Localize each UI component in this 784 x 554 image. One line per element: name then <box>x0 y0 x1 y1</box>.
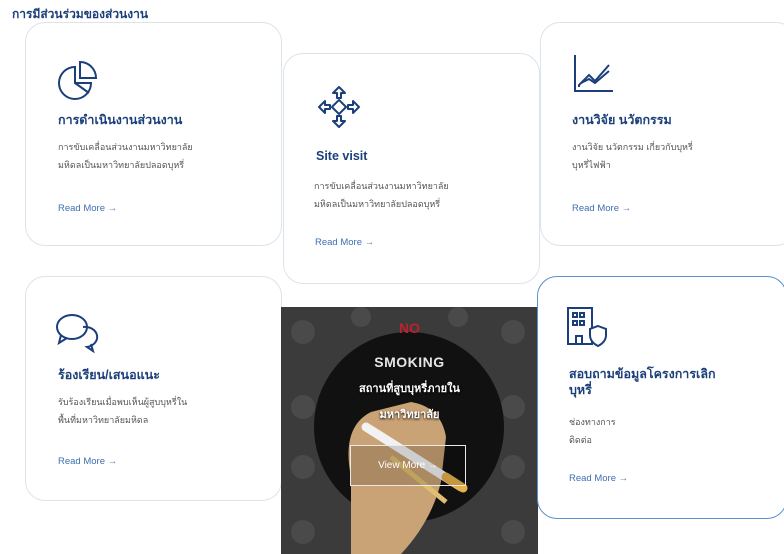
read-more-link[interactable]: Read More → <box>569 473 628 484</box>
read-more-link[interactable]: Read More → <box>315 237 374 248</box>
card-title: ร้องเรียน/เสนอแนะ <box>58 368 160 382</box>
card-title-line: บุหรี่ <box>569 383 592 397</box>
card-operations[interactable]: การดำเนินงานส่วนงาน การขับเคลื่อนส่วนงาน… <box>25 22 282 246</box>
pie-chart-icon <box>58 60 98 100</box>
read-more-link[interactable]: Read More → <box>58 456 117 467</box>
view-more-button[interactable]: View More → <box>350 445 466 486</box>
card-desc-line: มหิดลเป็นมหาวิทยาลัยปลอดบุหรี่ <box>314 199 441 209</box>
card-desc-line: การขับเคลื่อนส่วนงานมหาวิทยาลัย <box>58 142 193 152</box>
card-quit-program[interactable]: สอบถามข้อมูลโครงการเลิก บุหรี่ ช่องทางกา… <box>537 276 784 519</box>
card-desc-line: พื้นที่มหาวิทยาลัยมหิดล <box>58 415 149 425</box>
promo-no-smoking: NO SMOKING สถานที่สูบบุหรี่ภายใน มหาวิทย… <box>281 307 538 554</box>
read-more-link[interactable]: Read More → <box>58 203 117 214</box>
card-complaint[interactable]: ร้องเรียน/เสนอแนะ รับร้องเรียนเมื่อพบเห็… <box>25 276 282 501</box>
compass-arrows-icon <box>318 86 360 128</box>
promo-line-1: สถานที่สูบบุหรี่ภายใน <box>359 383 460 395</box>
card-research[interactable]: งานวิจัย นวัตกรรม งานวิจัย นวัตกรรม เกี่… <box>540 22 784 246</box>
card-title-line: สอบถามข้อมูลโครงการเลิก <box>569 367 716 381</box>
card-desc-line: การขับเคลื่อนส่วนงานมหาวิทยาลัย <box>314 181 449 191</box>
line-chart-icon <box>574 55 613 92</box>
card-title: การดำเนินงานส่วนงาน <box>58 113 183 127</box>
no-smoking-illustration <box>281 307 538 554</box>
card-title: งานวิจัย นวัตกรรม <box>572 113 672 127</box>
card-site-visit[interactable]: Site visit การขับเคลื่อนส่วนงานมหาวิทยาล… <box>283 53 540 284</box>
card-desc-line: ติดต่อ <box>569 435 592 445</box>
read-more-link[interactable]: Read More → <box>572 203 631 214</box>
no-text: NO <box>399 320 420 336</box>
chat-bubbles-icon <box>56 314 99 354</box>
card-title: Site visit <box>316 149 368 163</box>
card-desc-line: รับร้องเรียนเมื่อพบเห็นผู้สูบบุหรี่ใน <box>58 397 188 407</box>
card-desc-line: มหิดลเป็นมหาวิทยาลัยปลอดบุหรี่ <box>58 160 185 170</box>
promo-line-2: มหาวิทยาลัย <box>379 409 440 421</box>
card-desc-line: ช่องทางการ <box>569 417 616 427</box>
card-desc-line: บุหรี่ไฟฟ้า <box>572 160 611 170</box>
smoking-text: SMOKING <box>374 354 445 370</box>
card-desc-line: งานวิจัย นวัตกรรม เกี่ยวกับบุหรี่ <box>572 142 693 152</box>
building-shield-icon <box>567 307 607 348</box>
